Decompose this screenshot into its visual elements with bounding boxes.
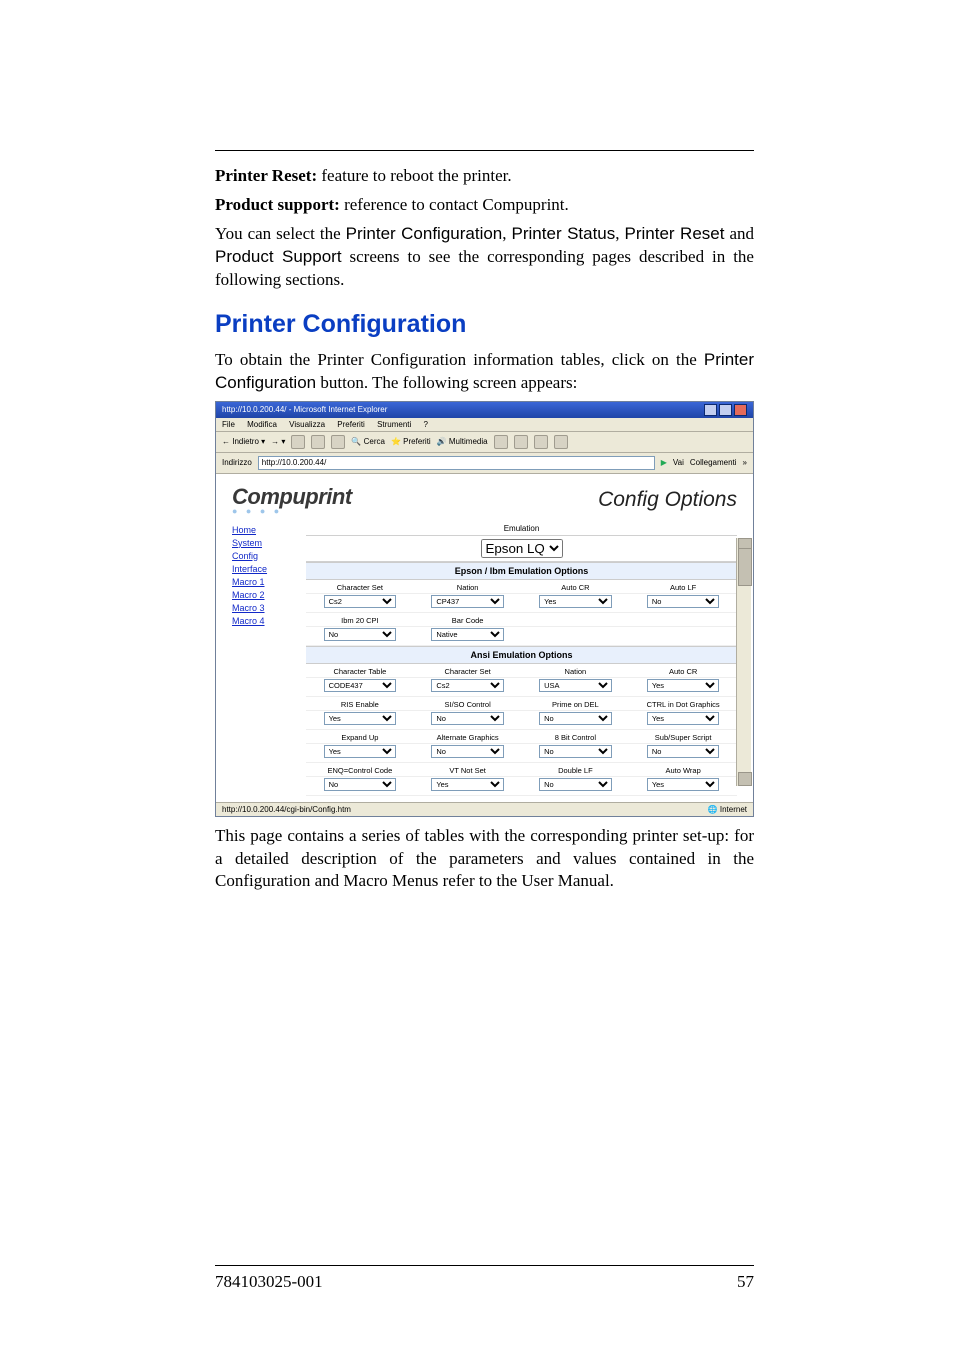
chartable-select[interactable]: CODE437 bbox=[324, 679, 397, 692]
nav-home[interactable]: Home bbox=[232, 525, 292, 535]
ansi-band: Ansi Emulation Options bbox=[306, 646, 737, 664]
stop-icon[interactable] bbox=[291, 435, 305, 449]
prime-del-select[interactable]: No bbox=[539, 712, 612, 725]
printer-reset-line: Printer Reset: feature to reboot the pri… bbox=[215, 165, 754, 188]
section-title: Printer Configuration bbox=[215, 310, 754, 339]
bit8-select[interactable]: No bbox=[539, 745, 612, 758]
select-paragraph: You can select the Printer Configuration… bbox=[215, 223, 754, 292]
epson-ibm-band: Epson / Ibm Emulation Options bbox=[306, 562, 737, 580]
scroll-thumb[interactable] bbox=[738, 548, 752, 586]
search-button[interactable]: Cerca bbox=[364, 437, 385, 446]
home-icon[interactable] bbox=[331, 435, 345, 449]
lead-paragraph: To obtain the Printer Configuration info… bbox=[215, 349, 754, 395]
page-body: Compuprint ● ● ● ● Config Options Home S… bbox=[216, 474, 753, 802]
address-bar: Indirizzo ▶Vai Collegamenti » bbox=[216, 453, 753, 474]
product-support-ref: Product Support bbox=[215, 247, 342, 266]
menu-edit[interactable]: Modifica bbox=[247, 420, 277, 429]
window-buttons bbox=[704, 404, 747, 416]
menu-file[interactable]: File bbox=[222, 420, 235, 429]
sidebar-nav: Home System Config Interface Macro 1 Mac… bbox=[232, 522, 292, 796]
autowrap-select[interactable]: Yes bbox=[647, 778, 720, 791]
nation-select[interactable]: CP437 bbox=[431, 595, 504, 608]
menu-tools[interactable]: Strumenti bbox=[377, 420, 411, 429]
multimedia-button[interactable]: Multimedia bbox=[449, 437, 488, 446]
printer-reset-label: Printer Reset: bbox=[215, 166, 317, 185]
doublelf-select[interactable]: No bbox=[539, 778, 612, 791]
emulation-label: Emulation bbox=[306, 522, 737, 536]
printer-status-ref: Printer Status bbox=[512, 224, 616, 243]
menu-view[interactable]: Visualizza bbox=[289, 420, 325, 429]
top-rule bbox=[215, 150, 754, 151]
product-support-label: Product support: bbox=[215, 195, 340, 214]
menu-favorites[interactable]: Preferiti bbox=[337, 420, 365, 429]
address-label: Indirizzo bbox=[222, 458, 252, 467]
address-input[interactable] bbox=[258, 456, 655, 470]
autolf-select[interactable]: No bbox=[647, 595, 720, 608]
status-left: http://10.0.200.44/cgi-bin/Config.htm bbox=[222, 805, 351, 814]
doc-number: 784103025-001 bbox=[215, 1272, 323, 1292]
go-button[interactable]: Vai bbox=[673, 458, 684, 467]
ansi-charset-select[interactable]: Cs2 bbox=[431, 679, 504, 692]
ibm20cpi-select[interactable]: No bbox=[324, 628, 397, 641]
refresh-icon[interactable] bbox=[311, 435, 325, 449]
emulation-select[interactable]: Epson LQ bbox=[481, 539, 563, 558]
product-support-line: Product support: reference to contact Co… bbox=[215, 194, 754, 217]
nav-macro-4[interactable]: Macro 4 bbox=[232, 616, 292, 626]
nav-config[interactable]: Config bbox=[232, 551, 292, 561]
browser-screenshot: http://10.0.200.44/ - Microsoft Internet… bbox=[215, 401, 754, 817]
nav-macro-2[interactable]: Macro 2 bbox=[232, 590, 292, 600]
epson-ibm-grid: Character Set Nation Auto CR Auto LF Cs2… bbox=[306, 580, 737, 646]
window-title: http://10.0.200.44/ - Microsoft Internet… bbox=[222, 405, 387, 414]
menubar: File Modifica Visualizza Preferiti Strum… bbox=[216, 418, 753, 432]
subsuper-select[interactable]: No bbox=[647, 745, 720, 758]
product-support-text: reference to contact Compuprint. bbox=[340, 195, 569, 214]
charset-select[interactable]: Cs2 bbox=[324, 595, 397, 608]
nav-system[interactable]: System bbox=[232, 538, 292, 548]
nav-interface[interactable]: Interface bbox=[232, 564, 292, 574]
nav-macro-3[interactable]: Macro 3 bbox=[232, 603, 292, 613]
printer-reset-ref: Printer Reset bbox=[625, 224, 725, 243]
printer-configuration-ref: Printer Configuration bbox=[346, 224, 503, 243]
siso-select[interactable]: No bbox=[431, 712, 504, 725]
menu-help[interactable]: ? bbox=[424, 420, 428, 429]
page-number: 57 bbox=[737, 1272, 754, 1292]
status-bar: http://10.0.200.44/cgi-bin/Config.htm 🌐 … bbox=[216, 802, 753, 816]
scrollbar[interactable] bbox=[736, 538, 751, 786]
maximize-icon[interactable] bbox=[719, 404, 732, 416]
toolbar: ← Indietro ▾ → ▾ 🔍 Cerca ⭐ Preferiti 🔊 M… bbox=[216, 432, 753, 453]
ansi-nation-select[interactable]: USA bbox=[539, 679, 612, 692]
alt-graphics-select[interactable]: No bbox=[431, 745, 504, 758]
main-panel: Emulation Epson LQ Epson / Ibm Emulation… bbox=[306, 522, 737, 796]
close-icon[interactable] bbox=[734, 404, 747, 416]
printer-reset-text: feature to reboot the printer. bbox=[317, 166, 511, 185]
edit-icon[interactable] bbox=[554, 435, 568, 449]
ctrl-dot-select[interactable]: Yes bbox=[647, 712, 720, 725]
page-footer: 784103025-001 57 bbox=[215, 1265, 754, 1292]
nav-macro-1[interactable]: Macro 1 bbox=[232, 577, 292, 587]
links-label: Collegamenti bbox=[690, 458, 737, 467]
favorites-button[interactable]: Preferiti bbox=[403, 437, 431, 446]
ansi-autocr-select[interactable]: Yes bbox=[647, 679, 720, 692]
window-titlebar: http://10.0.200.44/ - Microsoft Internet… bbox=[216, 402, 753, 418]
status-right: Internet bbox=[720, 805, 747, 814]
ris-select[interactable]: Yes bbox=[324, 712, 397, 725]
history-icon[interactable] bbox=[494, 435, 508, 449]
autocr-select[interactable]: Yes bbox=[539, 595, 612, 608]
enq-select[interactable]: No bbox=[324, 778, 397, 791]
barcode-select[interactable]: Native bbox=[431, 628, 504, 641]
print-icon[interactable] bbox=[534, 435, 548, 449]
page-heading: Config Options bbox=[598, 488, 737, 512]
tail-paragraph: This page contains a series of tables wi… bbox=[215, 825, 754, 894]
mail-icon[interactable] bbox=[514, 435, 528, 449]
scroll-down-icon[interactable] bbox=[738, 772, 752, 786]
minimize-icon[interactable] bbox=[704, 404, 717, 416]
vtnotset-select[interactable]: Yes bbox=[431, 778, 504, 791]
ansi-grid: Character Table Character Set Nation Aut… bbox=[306, 664, 737, 796]
expand-up-select[interactable]: Yes bbox=[324, 745, 397, 758]
back-button[interactable]: Indietro bbox=[232, 437, 259, 446]
